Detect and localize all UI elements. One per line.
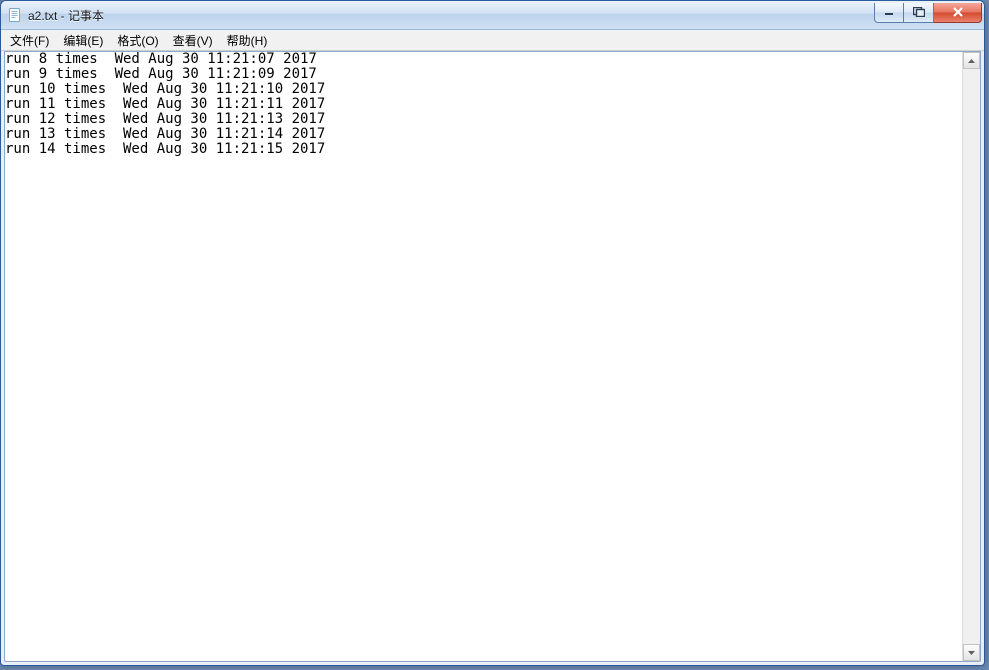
close-icon (952, 7, 964, 17)
maximize-button[interactable] (904, 3, 934, 23)
menu-view[interactable]: 查看(V) (166, 30, 220, 50)
vertical-scrollbar[interactable] (962, 52, 980, 661)
menubar: 文件(F) 编辑(E) 格式(O) 查看(V) 帮助(H) (1, 30, 984, 51)
text-area[interactable]: run 8 times Wed Aug 30 11:21:07 2017 run… (5, 52, 962, 661)
scroll-down-button[interactable] (963, 644, 980, 661)
menu-file[interactable]: 文件(F) (3, 30, 56, 50)
minimize-button[interactable] (874, 3, 904, 23)
menu-help[interactable]: 帮助(H) (220, 30, 275, 50)
chevron-up-icon (968, 59, 975, 63)
minimize-icon (884, 8, 894, 16)
editor-frame: run 8 times Wed Aug 30 11:21:07 2017 run… (4, 51, 981, 662)
window-title: a2.txt - 记事本 (28, 7, 104, 24)
scroll-up-button[interactable] (963, 52, 980, 69)
maximize-icon (913, 7, 925, 17)
close-button[interactable] (934, 3, 982, 23)
scroll-track[interactable] (963, 69, 980, 644)
notepad-icon (7, 7, 23, 23)
notepad-window: a2.txt - 记事本 文件(F) (0, 0, 985, 666)
window-controls (874, 3, 982, 23)
menu-format[interactable]: 格式(O) (110, 30, 165, 50)
titlebar[interactable]: a2.txt - 记事本 (1, 1, 984, 30)
chevron-down-icon (968, 651, 975, 655)
menu-edit[interactable]: 编辑(E) (56, 30, 110, 50)
